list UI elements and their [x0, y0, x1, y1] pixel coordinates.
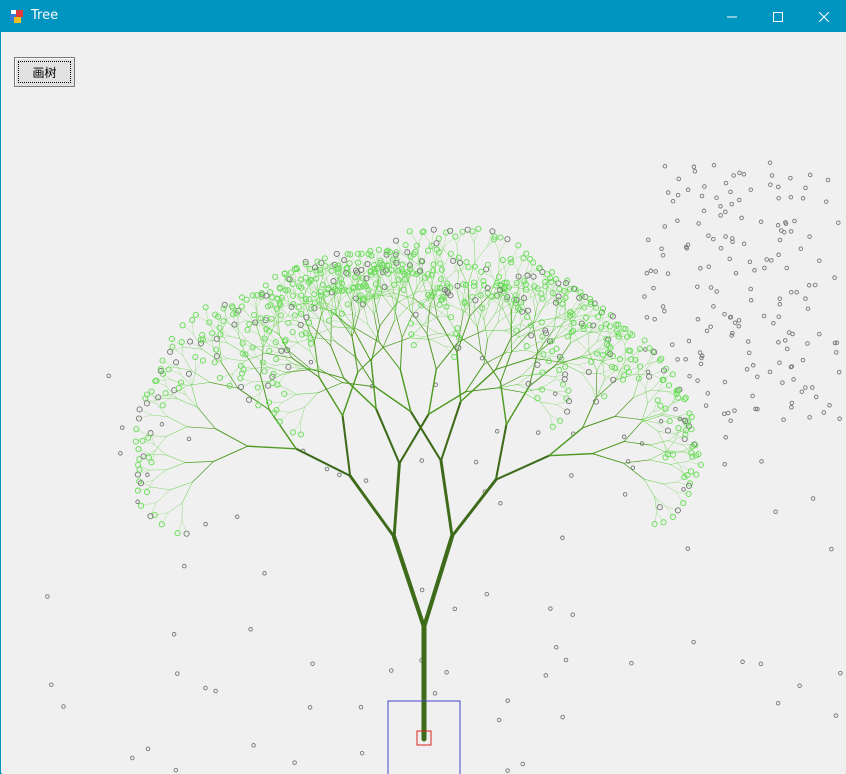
main-window: Tree 画树 [0, 0, 846, 774]
minimize-button[interactable] [709, 1, 755, 32]
tree-leaves [132, 225, 704, 537]
app-icon [10, 10, 23, 23]
window-title: Tree [31, 8, 59, 23]
drawing-area[interactable]: 画树 [2, 32, 846, 774]
close-icon [819, 11, 829, 22]
maximize-icon [773, 11, 783, 22]
maximize-button[interactable] [755, 1, 801, 32]
draw-tree-button[interactable]: 画树 [14, 57, 75, 87]
minimize-icon [727, 16, 737, 17]
title-bar[interactable]: Tree [1, 1, 846, 32]
scattered-leaves [45, 160, 843, 773]
tree-canvas [45, 160, 843, 774]
focus-rectangle [18, 61, 71, 83]
close-button[interactable] [801, 1, 846, 32]
